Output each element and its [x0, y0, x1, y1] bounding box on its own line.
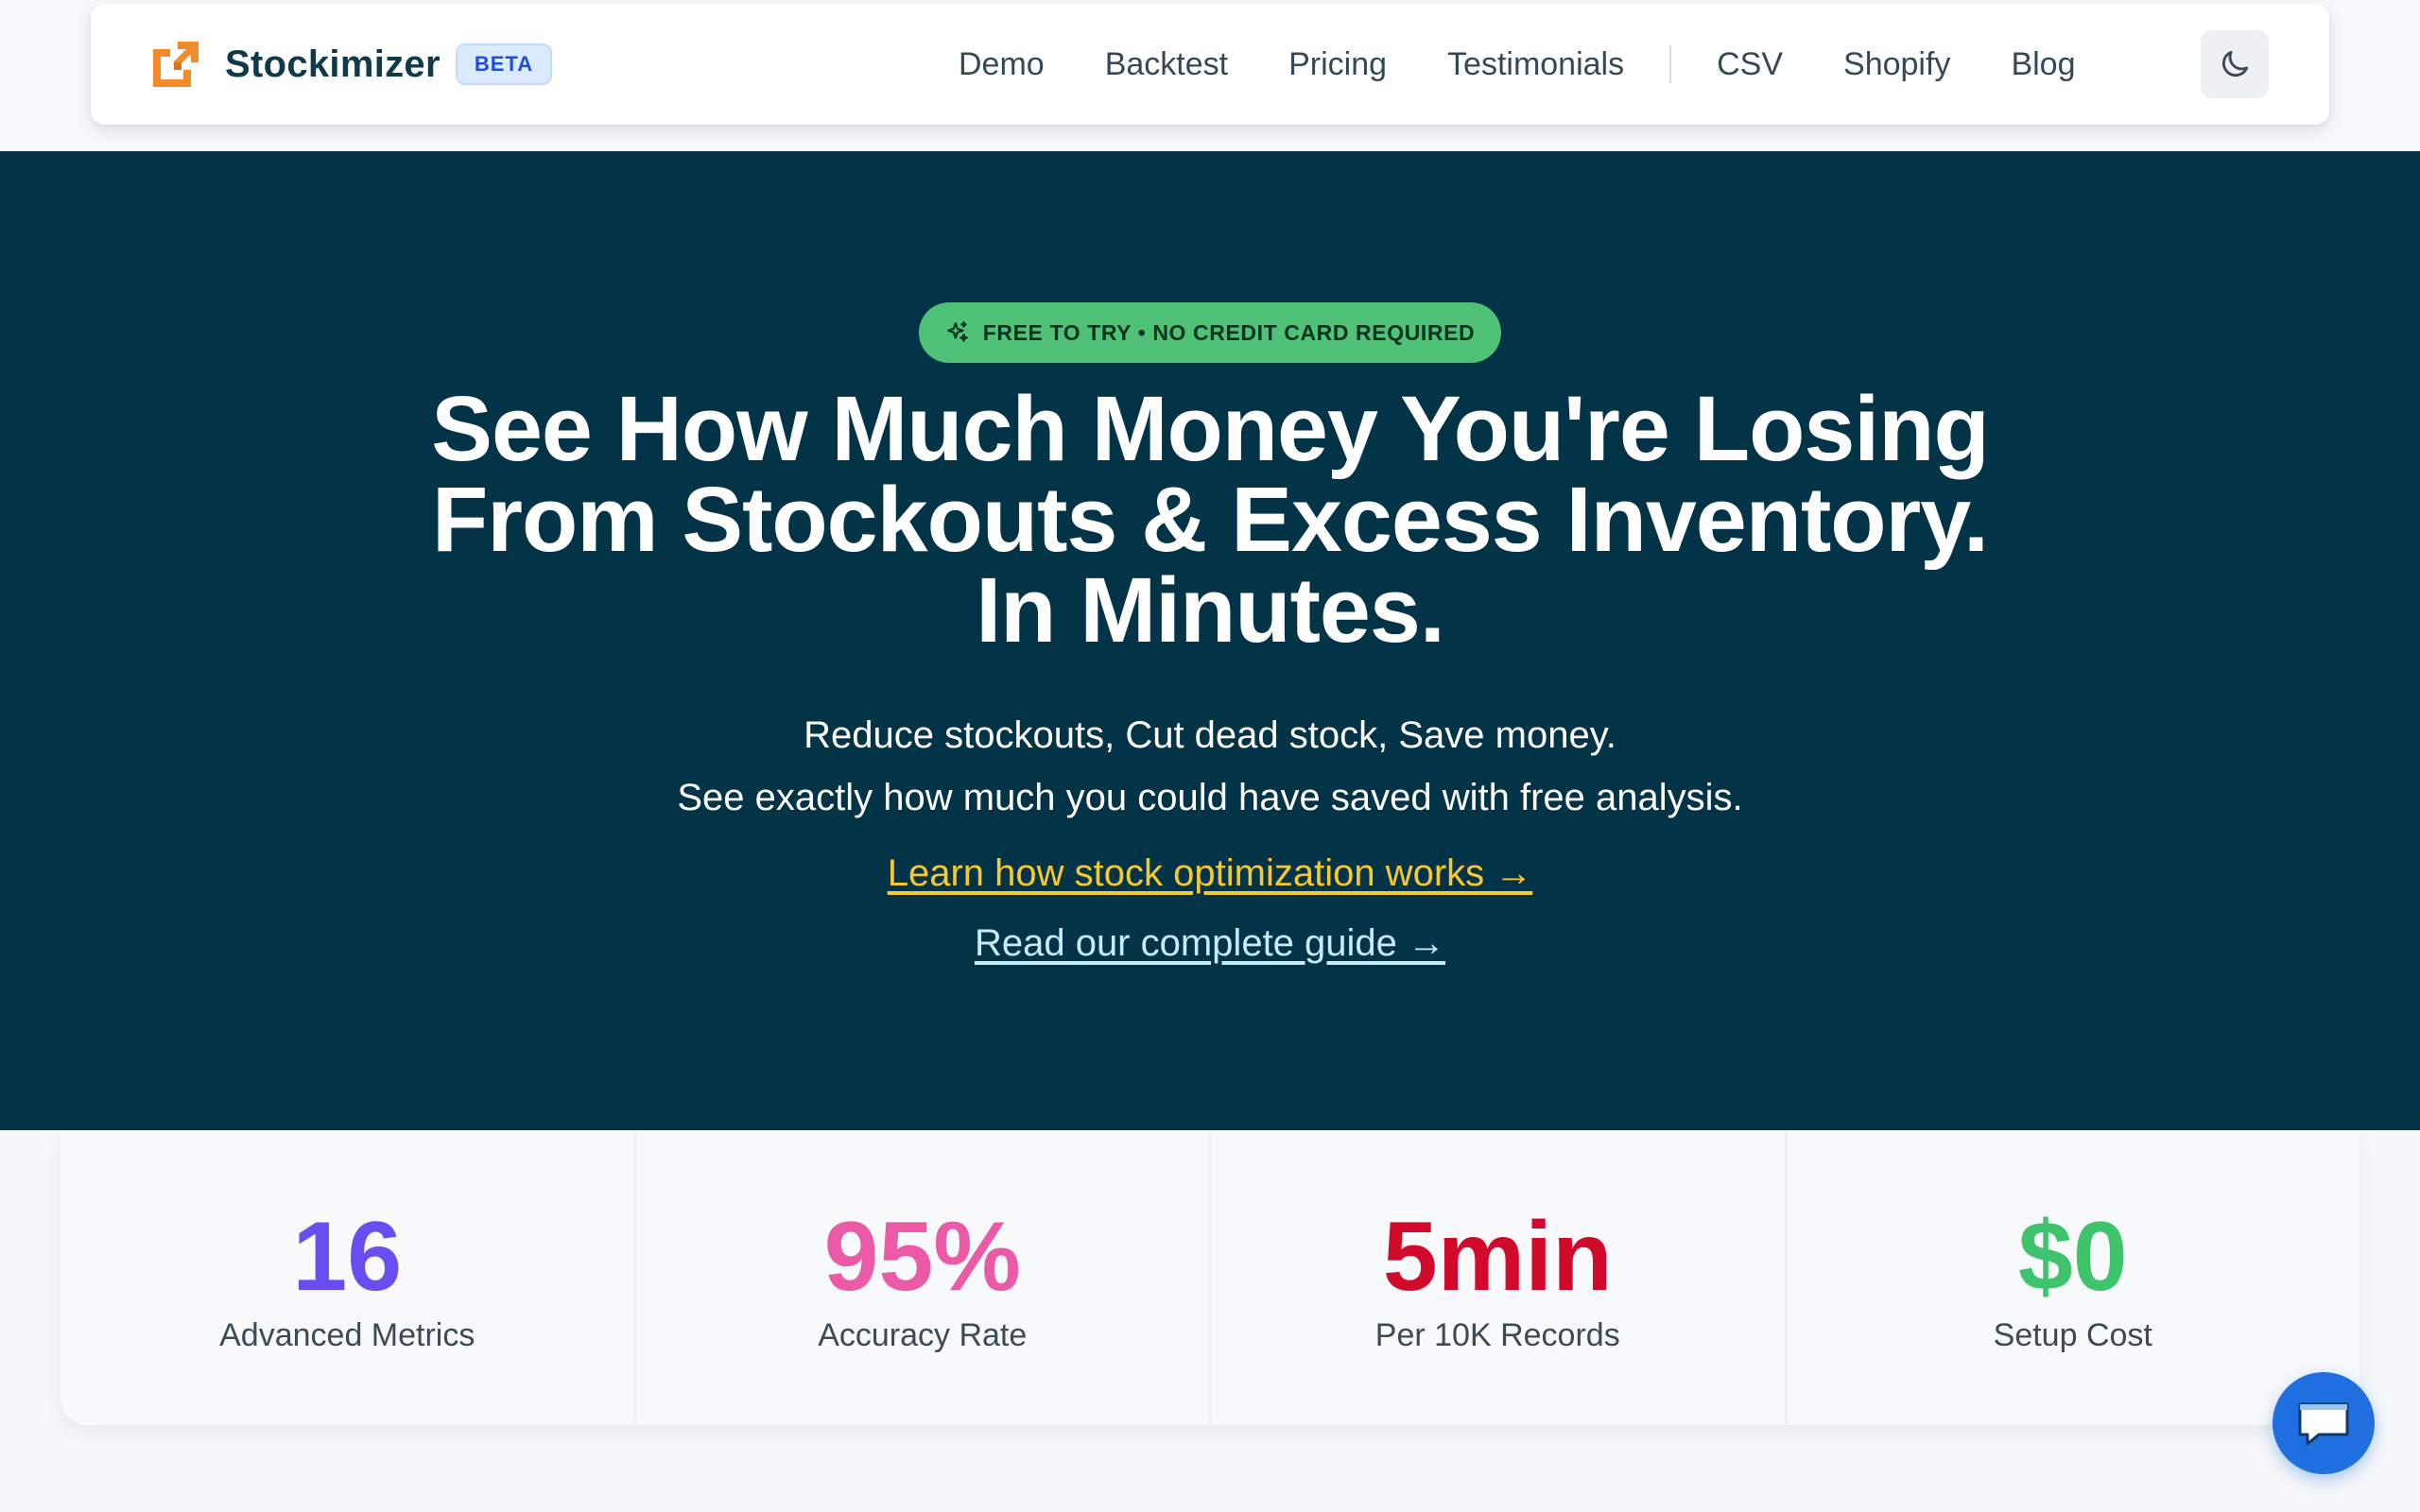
brand-name: Stockimizer: [225, 43, 441, 85]
stat-card: $0 Setup Cost: [1784, 1130, 2360, 1425]
headline-line-2: From Stockouts & Excess Inventory.: [431, 468, 1989, 571]
stat-label-setup-cost: Setup Cost: [1993, 1317, 2152, 1353]
stat-card: 16 Advanced Metrics: [60, 1130, 634, 1425]
headline-line-1: See How Much Money You're Losing: [431, 377, 1989, 480]
brand[interactable]: Stockimizer BETA: [153, 4, 553, 125]
nav-link-csv[interactable]: CSV: [1717, 46, 1783, 83]
hero-subtitle-line-2: See exactly how much you could have save…: [677, 777, 1743, 818]
stats-panel: 16 Advanced Metrics 95% Accuracy Rate 5m…: [60, 1130, 2360, 1425]
stat-label-metrics: Advanced Metrics: [219, 1317, 475, 1353]
nav-link-pricing[interactable]: Pricing: [1288, 46, 1387, 83]
free-trial-badge-text: FREE TO TRY • NO CREDIT CARD REQUIRED: [982, 319, 1476, 345]
nav-link-shopify[interactable]: Shopify: [1843, 46, 1950, 83]
learn-stock-optimization-link[interactable]: Learn how stock optimization works →: [888, 852, 1533, 894]
complete-guide-link[interactable]: Read our complete guide →: [975, 922, 1445, 964]
moon-icon: [2221, 50, 2249, 77]
nav-links: Demo Backtest Pricing Testimonials CSV S…: [959, 4, 2136, 125]
nav-link-demo[interactable]: Demo: [959, 46, 1045, 83]
stat-value-accuracy: 95%: [823, 1202, 1021, 1312]
stockimizer-logo-icon: [153, 42, 199, 87]
stat-value-speed: 5min: [1382, 1202, 1613, 1312]
nav-link-testimonials[interactable]: Testimonials: [1447, 46, 1624, 83]
free-trial-badge: FREE TO TRY • NO CREDIT CARD REQUIRED: [919, 302, 1501, 363]
navbar: Stockimizer BETA Demo Backtest Pricing T…: [91, 4, 2329, 125]
stat-value-setup-cost: $0: [2017, 1202, 2128, 1312]
beta-badge: BETA: [455, 43, 553, 85]
headline-line-3: In Minutes.: [976, 558, 1445, 662]
hero-section: FREE TO TRY • NO CREDIT CARD REQUIRED Se…: [0, 151, 2420, 1130]
nav-divider: [1669, 45, 1672, 83]
stat-label-speed: Per 10K Records: [1374, 1317, 1620, 1353]
stat-card: 95% Accuracy Rate: [633, 1130, 1210, 1425]
learn-link-row: Learn how stock optimization works →: [0, 852, 2420, 895]
chat-bubble-icon: [2298, 1402, 2349, 1446]
theme-toggle-button[interactable]: [2201, 30, 2269, 98]
nav-link-blog[interactable]: Blog: [2011, 46, 2075, 83]
guide-link-row: Read our complete guide →: [0, 922, 2420, 965]
stat-label-accuracy: Accuracy Rate: [818, 1317, 1028, 1353]
chat-widget-button[interactable]: [2273, 1372, 2375, 1474]
nav-link-backtest[interactable]: Backtest: [1105, 46, 1228, 83]
stat-card: 5min Per 10K Records: [1209, 1130, 1785, 1425]
hero-subtitle-line-1: Reduce stockouts, Cut dead stock, Save m…: [804, 714, 1616, 756]
stat-value-metrics: 16: [292, 1202, 403, 1312]
hero-headline: See How Much Money You're Losing From St…: [0, 377, 2420, 662]
sparkles-icon: [946, 321, 968, 342]
